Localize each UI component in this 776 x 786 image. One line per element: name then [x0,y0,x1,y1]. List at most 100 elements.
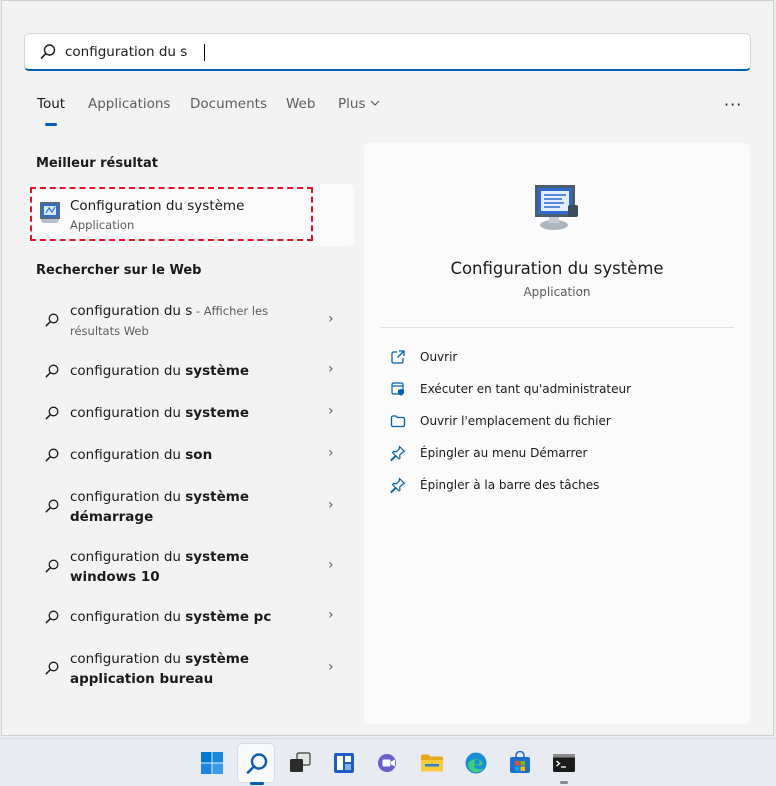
action-run-as-admin[interactable]: Exécuter en tant qu'administrateur [390,379,632,401]
chevron-right-icon: › [328,607,334,623]
web-suggestion-text: configuration du son [70,445,285,465]
open-icon [391,350,405,364]
action-label: Épingler au menu Démarrer [420,446,588,460]
action-open[interactable]: Ouvrir [390,347,630,369]
web-suggestion-text: configuration du système application bur… [70,649,250,689]
web-suggestion[interactable]: configuration du système pc › [28,606,354,628]
search-icon [45,559,59,573]
web-suggestion[interactable]: configuration du systeme windows 10 › [28,546,354,590]
chevron-right-icon: › [328,403,334,419]
store-icon [510,751,530,773]
search-icon [45,499,59,513]
detail-title: Configuration du système [450,259,664,278]
divider [380,327,734,328]
search-icon [45,313,59,327]
suggestion-prefix: configuration du [70,405,186,421]
suggestion-prefix: configuration du [70,489,186,505]
best-match-name: Configuration du système [70,198,245,214]
web-suggestion-text: configuration du systeme windows 10 [70,547,250,587]
tab-web[interactable]: Web [286,96,315,112]
taskbar-start-button[interactable] [193,743,231,783]
teams-chat-icon [378,754,396,772]
suggestion-prefix: configuration du [70,447,186,463]
tab-all[interactable]: Tout [37,96,65,112]
web-suggestion[interactable]: configuration du s - Afficher les résult… [28,300,354,344]
suggestion-prefix: configuration du [70,549,186,565]
file-explorer-icon [421,754,443,772]
chevron-down-icon [371,100,380,106]
taskbar-file-explorer-button[interactable] [413,743,451,783]
action-pin-to-start[interactable]: Épingler au menu Démarrer [390,443,630,465]
suggestion-prefix: configuration du [70,651,186,667]
windows-start-icon [201,752,223,774]
folder-icon [390,415,406,428]
action-label: Ouvrir [420,350,458,364]
search-input[interactable] [65,40,725,64]
web-suggestion-text: configuration du système pc [70,607,285,627]
chevron-right-icon: › [328,311,334,327]
web-suggestion[interactable]: configuration du systeme › [28,402,354,424]
action-label: Exécuter en tant qu'administrateur [420,382,632,396]
best-match-type: Application [70,218,135,232]
search-icon [45,610,59,624]
web-suggestion[interactable]: configuration du système › [28,360,354,382]
chevron-right-icon: › [328,659,334,675]
taskbar-widgets-button[interactable] [325,743,363,783]
search-box[interactable] [24,33,751,71]
taskbar-chat-button[interactable] [369,743,407,783]
taskbar-terminal-button[interactable] [545,743,583,784]
search-icon [45,406,59,420]
search-icon [45,448,59,462]
task-view-icon [290,752,311,772]
suggestion-bold: son [185,447,213,463]
taskbar-search-button[interactable] [237,743,275,785]
shield-icon [391,382,404,396]
search-icon [45,661,59,675]
tab-applications[interactable]: Applications [88,96,170,112]
chevron-right-icon: › [328,445,334,461]
more-options-button[interactable]: ··· [724,95,742,114]
terminal-icon [553,754,575,772]
search-icon [246,753,268,774]
chevron-right-icon: › [328,361,334,377]
edge-icon [465,752,487,774]
taskbar-edge-button[interactable] [457,743,495,783]
suggestion-bold: système pc [185,609,272,625]
web-suggestion[interactable]: configuration du son › [28,444,354,466]
suggestion-bold: systeme [185,405,249,421]
best-match-result[interactable]: Configuration du système Application [28,184,354,246]
search-icon [40,44,56,59]
web-suggestion[interactable]: configuration du système application bur… [28,648,354,692]
tab-documents[interactable]: Documents [190,96,267,112]
action-pin-to-taskbar[interactable]: Épingler à la barre des tâches [390,475,630,497]
web-suggestion-text: configuration du systeme [70,403,285,423]
suggestion-prefix: configuration du s [70,303,193,319]
active-indicator [250,782,264,785]
detail-type: Application [523,285,591,299]
web-suggestion[interactable]: configuration du système démarrage › [28,486,354,530]
tab-more[interactable]: Plus [338,96,381,112]
best-match-heading: Meilleur résultat [36,156,159,171]
pin-icon [390,445,406,461]
taskbar-store-button[interactable] [501,743,539,783]
web-suggestion-text: configuration du système démarrage [70,487,250,527]
chevron-right-icon: › [328,497,334,513]
text-caret [204,44,205,61]
system-configuration-icon [40,202,60,223]
web-suggestion-text: configuration du système [70,361,285,381]
running-indicator [560,781,568,784]
action-label: Épingler à la barre des tâches [420,478,600,492]
tab-more-label: Plus [338,96,366,112]
action-open-file-location[interactable]: Ouvrir l'emplacement du fichier [390,411,630,433]
active-tab-indicator [45,123,57,126]
web-suggestion-text: configuration du s - Afficher les résult… [70,301,285,341]
result-detail-pane: Configuration du système Application Ouv… [364,143,750,724]
search-icon [45,364,59,378]
widgets-icon [334,753,354,773]
taskbar-task-view-button[interactable] [281,743,319,783]
suggestion-bold: système [185,363,249,379]
pin-icon [390,477,406,493]
filter-tabs: Tout Applications Documents Web Plus [0,96,773,126]
system-configuration-icon [535,185,578,230]
suggestion-prefix: configuration du [70,609,186,625]
